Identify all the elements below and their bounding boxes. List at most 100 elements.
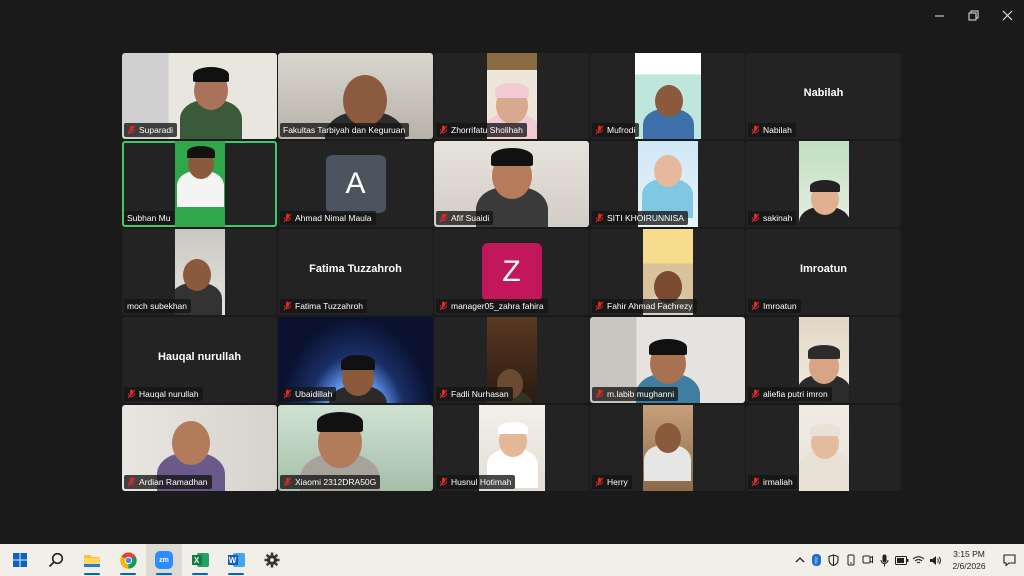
mic-muted-icon bbox=[439, 301, 448, 311]
headwear bbox=[809, 423, 840, 437]
system-tray: ᛒ 3:15 PM 2/6/2026 bbox=[791, 544, 1024, 576]
participant-name: Fahir Ahmad Fachrezy bbox=[607, 301, 693, 311]
participant-nametag: Mufrodi bbox=[592, 123, 640, 137]
participant-name: Zhorrifatu Sholihah bbox=[451, 125, 523, 135]
participant-tile[interactable]: Xiaomi 2312DRA50G bbox=[278, 405, 433, 491]
participant-name: Herry bbox=[607, 477, 628, 487]
participant-name: Ardian Ramadhan bbox=[139, 477, 208, 487]
mic-muted-icon bbox=[439, 477, 448, 487]
restore-icon bbox=[968, 10, 978, 20]
person-head bbox=[343, 75, 387, 126]
headwear bbox=[317, 411, 363, 432]
device-icon[interactable] bbox=[842, 544, 859, 576]
taskbar-clock[interactable]: 3:15 PM 2/6/2026 bbox=[944, 548, 994, 572]
notifications-icon[interactable] bbox=[994, 544, 1024, 576]
participant-name: Ubaidillah bbox=[295, 389, 333, 399]
person-head bbox=[182, 259, 211, 292]
participant-tile[interactable]: Mufrodi bbox=[590, 53, 745, 139]
headwear bbox=[809, 179, 840, 193]
zoom-meeting-window: Suparadi Fakultas Tarbiyah dan Keguruan Zh… bbox=[0, 0, 1024, 576]
participant-tile[interactable]: Hauqal nurullah Hauqal nurullah bbox=[122, 317, 277, 403]
participant-nametag: manager05_zahra fahira bbox=[436, 299, 548, 313]
person-head bbox=[654, 85, 683, 118]
headwear bbox=[341, 355, 375, 370]
restore-button[interactable] bbox=[956, 0, 990, 30]
headwear bbox=[807, 345, 840, 359]
participant-tile[interactable]: SITI KHOIRUNNISA bbox=[590, 141, 745, 227]
zoom-button[interactable]: zm bbox=[146, 544, 182, 576]
participant-tile[interactable]: Husnul Hotimah bbox=[434, 405, 589, 491]
participant-tile[interactable]: Suparadi bbox=[122, 53, 277, 139]
participant-tile[interactable]: Ubaidillah bbox=[278, 317, 433, 403]
close-button[interactable] bbox=[990, 0, 1024, 30]
word-icon: W bbox=[227, 552, 245, 568]
bluetooth-icon[interactable]: ᛒ bbox=[808, 544, 825, 576]
mic-muted-icon bbox=[283, 389, 292, 399]
shield-icon[interactable] bbox=[825, 544, 842, 576]
participant-display-name: Imroatun bbox=[799, 263, 848, 275]
video-feed bbox=[798, 405, 849, 491]
mic-muted-icon bbox=[595, 301, 604, 311]
participant-tile[interactable]: Fakultas Tarbiyah dan Keguruan bbox=[278, 53, 433, 139]
participant-nametag: Zhorrifatu Sholihah bbox=[436, 123, 527, 137]
participant-tile[interactable]: Subhan Mu bbox=[122, 141, 277, 227]
participant-display-name: Hauqal nurullah bbox=[157, 351, 242, 363]
participant-name: aliefia putri imron bbox=[763, 389, 828, 399]
gallery-view: Suparadi Fakultas Tarbiyah dan Keguruan Zh… bbox=[122, 53, 902, 491]
participant-tile[interactable]: irmaliah bbox=[746, 405, 901, 491]
word-button[interactable]: W bbox=[218, 544, 254, 576]
mic-muted-icon bbox=[595, 389, 604, 399]
mic-muted-icon bbox=[283, 213, 292, 223]
excel-button[interactable]: X bbox=[182, 544, 218, 576]
participant-nametag: Fahir Ahmad Fachrezy bbox=[592, 299, 697, 313]
meet-now-icon[interactable] bbox=[859, 544, 876, 576]
participant-tile[interactable]: A Ahmad Nimal Maula bbox=[278, 141, 433, 227]
participant-display-name: Nabilah bbox=[803, 87, 844, 99]
participant-name: m.labib mughanni bbox=[607, 389, 675, 399]
person-head bbox=[653, 155, 682, 188]
mic-muted-icon bbox=[127, 477, 136, 487]
headwear bbox=[497, 421, 528, 435]
participant-tile[interactable]: Ardian Ramadhan bbox=[122, 405, 277, 491]
participant-tile[interactable]: sakinah bbox=[746, 141, 901, 227]
participant-nametag: Imroatun bbox=[748, 299, 801, 313]
participant-tile[interactable]: m.labib mughanni bbox=[590, 317, 745, 403]
headwear bbox=[193, 66, 229, 83]
participant-tile[interactable]: Nabilah Nabilah bbox=[746, 53, 901, 139]
start-button[interactable] bbox=[2, 544, 38, 576]
mic-muted-icon bbox=[595, 477, 604, 487]
file-explorer-button[interactable] bbox=[74, 544, 110, 576]
video-feed bbox=[634, 53, 701, 139]
wifi-icon[interactable] bbox=[910, 544, 927, 576]
microphone-icon[interactable] bbox=[876, 544, 893, 576]
close-icon bbox=[1002, 10, 1012, 20]
battery-icon[interactable] bbox=[893, 544, 910, 576]
participant-name: manager05_zahra fahira bbox=[451, 301, 544, 311]
taskbar: zm X W ᛒ 3:15 PM 2/6/2026 bbox=[0, 544, 1024, 576]
participant-tile[interactable]: Afif Suaidi bbox=[434, 141, 589, 227]
settings-button[interactable] bbox=[254, 544, 290, 576]
mic-muted-icon bbox=[751, 301, 760, 311]
chrome-button[interactable] bbox=[110, 544, 146, 576]
participant-nametag: Husnul Hotimah bbox=[436, 475, 516, 489]
participant-tile[interactable]: aliefia putri imron bbox=[746, 317, 901, 403]
participant-name: Suparadi bbox=[139, 125, 174, 135]
participant-nametag: Hauqal nurullah bbox=[124, 387, 203, 401]
participant-tile[interactable]: Imroatun Imroatun bbox=[746, 229, 901, 315]
participant-tile[interactable]: Fadli Nurhasan bbox=[434, 317, 589, 403]
participant-tile[interactable]: Zmanager05_zahra fahira bbox=[434, 229, 589, 315]
participant-tile[interactable]: Fahir Ahmad Fachrezy bbox=[590, 229, 745, 315]
chevron-up-icon[interactable] bbox=[791, 544, 808, 576]
participant-tile[interactable]: Herry bbox=[590, 405, 745, 491]
volume-icon[interactable] bbox=[927, 544, 944, 576]
window-controls bbox=[922, 0, 1024, 30]
mic-muted-icon bbox=[751, 477, 760, 487]
participant-tile[interactable]: moch subekhan bbox=[122, 229, 277, 315]
participant-tile[interactable]: Zhorrifatu Sholihah bbox=[434, 53, 589, 139]
excel-icon: X bbox=[191, 552, 209, 568]
minimize-button[interactable] bbox=[922, 0, 956, 30]
participant-tile[interactable]: Fatima Tuzzahroh Fatima Tuzzahroh bbox=[278, 229, 433, 315]
participant-name: Xiaomi 2312DRA50G bbox=[295, 477, 377, 487]
mic-muted-icon bbox=[283, 477, 292, 487]
search-button[interactable] bbox=[38, 544, 74, 576]
